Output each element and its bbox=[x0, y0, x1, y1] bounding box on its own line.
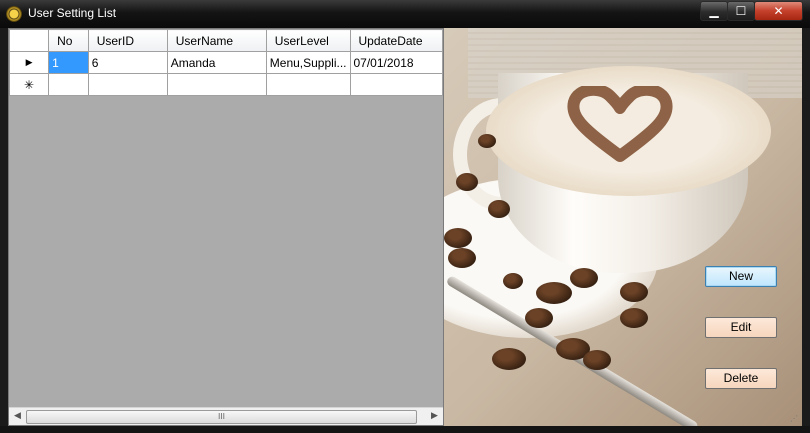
form-client-area: No UserID UserName UserLevel UpdateDate … bbox=[8, 28, 802, 426]
new-cell-userid[interactable] bbox=[87, 73, 168, 96]
scroll-left-arrow-icon[interactable]: ◀ bbox=[9, 408, 26, 425]
coffee-bean-decoration bbox=[525, 308, 553, 328]
column-header-userid[interactable]: UserID bbox=[87, 29, 168, 52]
grid-table: No UserID UserName UserLevel UpdateDate … bbox=[8, 29, 443, 96]
new-cell-username[interactable] bbox=[166, 73, 267, 96]
grid-corner-header[interactable] bbox=[8, 29, 50, 52]
user-settings-grid[interactable]: No UserID UserName UserLevel UpdateDate … bbox=[8, 28, 444, 426]
delete-button[interactable]: Delete bbox=[705, 368, 777, 389]
app-icon bbox=[6, 6, 22, 22]
column-header-no[interactable]: No bbox=[48, 29, 89, 52]
minimize-button[interactable]: ▁ bbox=[700, 1, 728, 21]
new-cell-updatedate[interactable] bbox=[349, 73, 443, 96]
cell-userlevel[interactable]: Menu,Suppli... bbox=[265, 51, 351, 74]
coffee-bean-decoration bbox=[620, 282, 648, 302]
new-row[interactable]: ✳ bbox=[8, 73, 443, 96]
coffee-bean-decoration bbox=[448, 248, 476, 268]
coffee-bean-decoration bbox=[444, 228, 472, 248]
maximize-button[interactable]: ☐ bbox=[727, 1, 755, 21]
row-indicator-current[interactable]: ▶ bbox=[8, 51, 50, 74]
coffee-bean-decoration bbox=[570, 268, 598, 288]
coffee-bean-decoration bbox=[536, 282, 572, 304]
new-row-indicator[interactable]: ✳ bbox=[8, 73, 50, 96]
heart-latte-art bbox=[567, 86, 673, 162]
cell-no[interactable]: 1 bbox=[48, 51, 89, 74]
window-bottom-frame bbox=[0, 426, 810, 433]
coffee-bean-decoration bbox=[492, 348, 526, 370]
coffee-bean-decoration bbox=[503, 273, 523, 289]
title-bar[interactable]: User Setting List ▁ ☐ ✕ bbox=[0, 0, 810, 28]
cell-username[interactable]: Amanda bbox=[166, 51, 267, 74]
new-cell-no[interactable] bbox=[48, 73, 89, 96]
column-header-username[interactable]: UserName bbox=[166, 29, 267, 52]
cell-updatedate[interactable]: 07/01/2018 bbox=[349, 51, 443, 74]
column-header-updatedate[interactable]: UpdateDate bbox=[349, 29, 443, 52]
grid-header-row: No UserID UserName UserLevel UpdateDate bbox=[8, 29, 443, 52]
coffee-bean-decoration bbox=[456, 173, 478, 191]
new-button[interactable]: New bbox=[705, 266, 777, 287]
coffee-bean-decoration bbox=[620, 308, 648, 328]
horizontal-scrollbar[interactable]: ◀ III ▶ bbox=[9, 407, 443, 425]
resize-grip-icon[interactable]: ⋰ bbox=[790, 414, 800, 424]
app-window: User Setting List ▁ ☐ ✕ No UserID UserNa… bbox=[0, 0, 810, 433]
coffee-bean-decoration bbox=[583, 350, 611, 370]
window-title: User Setting List bbox=[28, 6, 117, 20]
coffee-bean-decoration bbox=[488, 200, 510, 218]
table-row[interactable]: ▶ 1 6 Amanda Menu,Suppli... 07/01/2018 bbox=[8, 51, 443, 74]
coffee-bean-decoration bbox=[478, 134, 496, 148]
cell-userid[interactable]: 6 bbox=[87, 51, 168, 74]
scrollbar-thumb[interactable]: III bbox=[26, 410, 417, 424]
column-header-userlevel[interactable]: UserLevel bbox=[265, 29, 351, 52]
scroll-right-arrow-icon[interactable]: ▶ bbox=[426, 408, 443, 425]
edit-button[interactable]: Edit bbox=[705, 317, 777, 338]
new-cell-userlevel[interactable] bbox=[265, 73, 351, 96]
close-button[interactable]: ✕ bbox=[754, 1, 803, 21]
